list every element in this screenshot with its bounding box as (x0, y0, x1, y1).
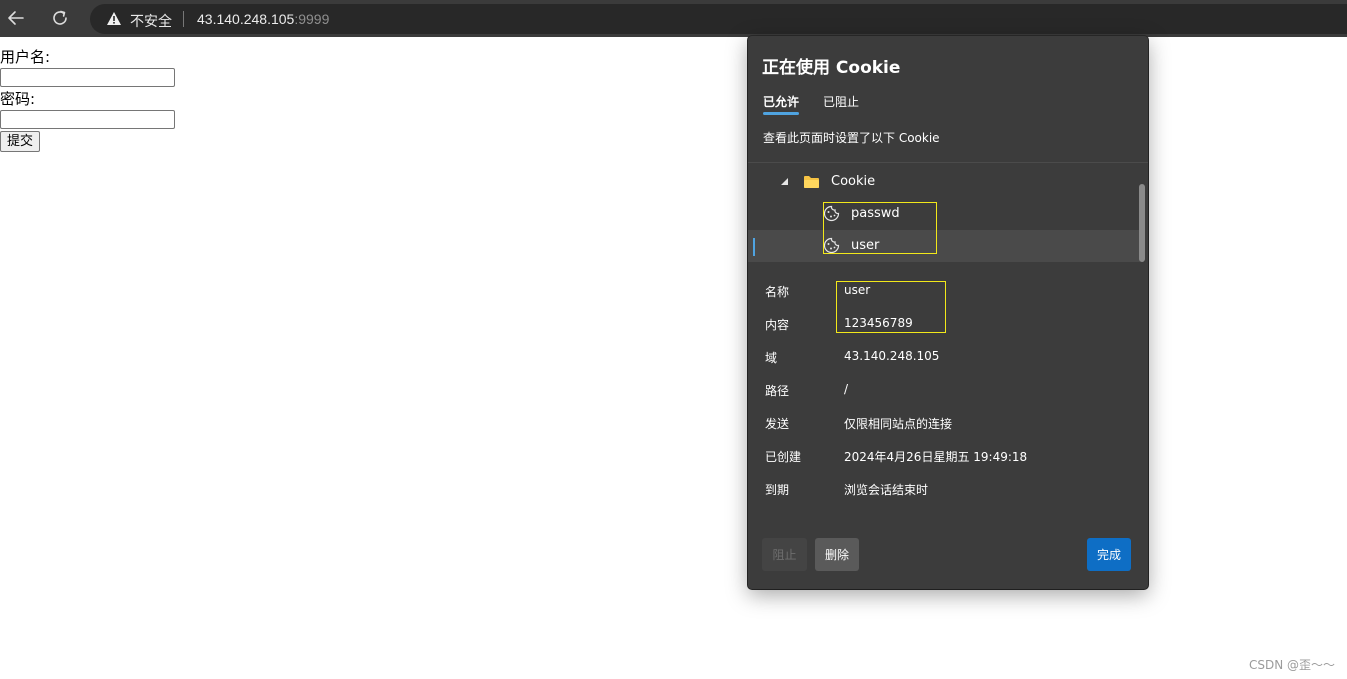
detail-label-expires: 到期 (765, 483, 790, 497)
tab-allowed[interactable]: 已允许 (763, 93, 800, 115)
url-port: :9999 (294, 11, 330, 27)
detail-value-content: 123456789 (844, 316, 913, 330)
detail-value-path: / (844, 382, 849, 396)
reload-icon (53, 10, 67, 25)
browser-toolbar: 不安全 43.140.248.105:9999 (0, 0, 1347, 37)
address-bar[interactable]: 不安全 43.140.248.105:9999 (90, 4, 1347, 34)
warning-icon[interactable] (106, 11, 122, 26)
tree-cookie-item-selected[interactable]: user (748, 230, 1140, 262)
detail-value-name: user (844, 283, 871, 297)
detail-value-domain: 43.140.248.105 (844, 349, 940, 363)
caret-expanded-icon[interactable] (780, 178, 789, 186)
block-button[interactable]: 阻止 (762, 538, 807, 571)
done-button[interactable]: 完成 (1087, 538, 1131, 571)
detail-label-send: 发送 (765, 417, 790, 431)
reload-button[interactable] (48, 6, 72, 30)
cookie-popup: 正在使用 Cookie 已允许 已阻止 查看此页面时设置了以下 Cookie C… (748, 36, 1148, 589)
password-input[interactable] (0, 110, 175, 129)
detail-label-created: 已创建 (765, 450, 802, 464)
folder-label: Cookie (831, 174, 876, 189)
tree-cookie-item[interactable]: passwd (748, 198, 1140, 230)
login-form: 用户名: 密码: 提交 (0, 47, 175, 152)
detail-label-content: 内容 (765, 318, 790, 332)
submit-button[interactable]: 提交 (0, 131, 41, 152)
watermark: CSDN @歪～～ (1248, 658, 1335, 672)
folder-icon (804, 176, 819, 188)
detail-value-expires: 浏览会话结束时 (844, 483, 929, 497)
cookie-tree: Cookie passwd user (748, 163, 1140, 264)
popup-description: 查看此页面时设置了以下 Cookie (763, 131, 940, 145)
arrow-left-icon (8, 11, 24, 25)
url-divider (183, 11, 184, 27)
selection-indicator (753, 238, 755, 256)
tree-folder-row[interactable]: Cookie (748, 166, 1140, 198)
password-label: 密码: (0, 90, 36, 108)
url-text[interactable]: 43.140.248.105:9999 (197, 11, 329, 27)
detail-label-domain: 域 (765, 351, 778, 365)
detail-value-send: 仅限相同站点的连接 (844, 417, 953, 431)
detail-label-path: 路径 (765, 384, 790, 398)
username-label: 用户名: (0, 48, 51, 66)
popup-title: 正在使用 Cookie (762, 58, 901, 78)
delete-button[interactable]: 删除 (815, 538, 859, 571)
tab-blocked[interactable]: 已阻止 (823, 93, 859, 110)
url-host: 43.140.248.105 (197, 11, 295, 27)
username-input[interactable] (0, 68, 175, 87)
scrollbar-thumb[interactable] (1139, 184, 1145, 262)
detail-label-name: 名称 (765, 285, 790, 299)
tree-scrollbar[interactable] (1139, 184, 1146, 264)
highlight-box-cookies (823, 202, 937, 254)
detail-value-created: 2024年4月26日星期五 19:49:18 (844, 450, 1028, 464)
security-status-label[interactable]: 不安全 (130, 11, 172, 31)
back-button[interactable] (4, 6, 28, 30)
